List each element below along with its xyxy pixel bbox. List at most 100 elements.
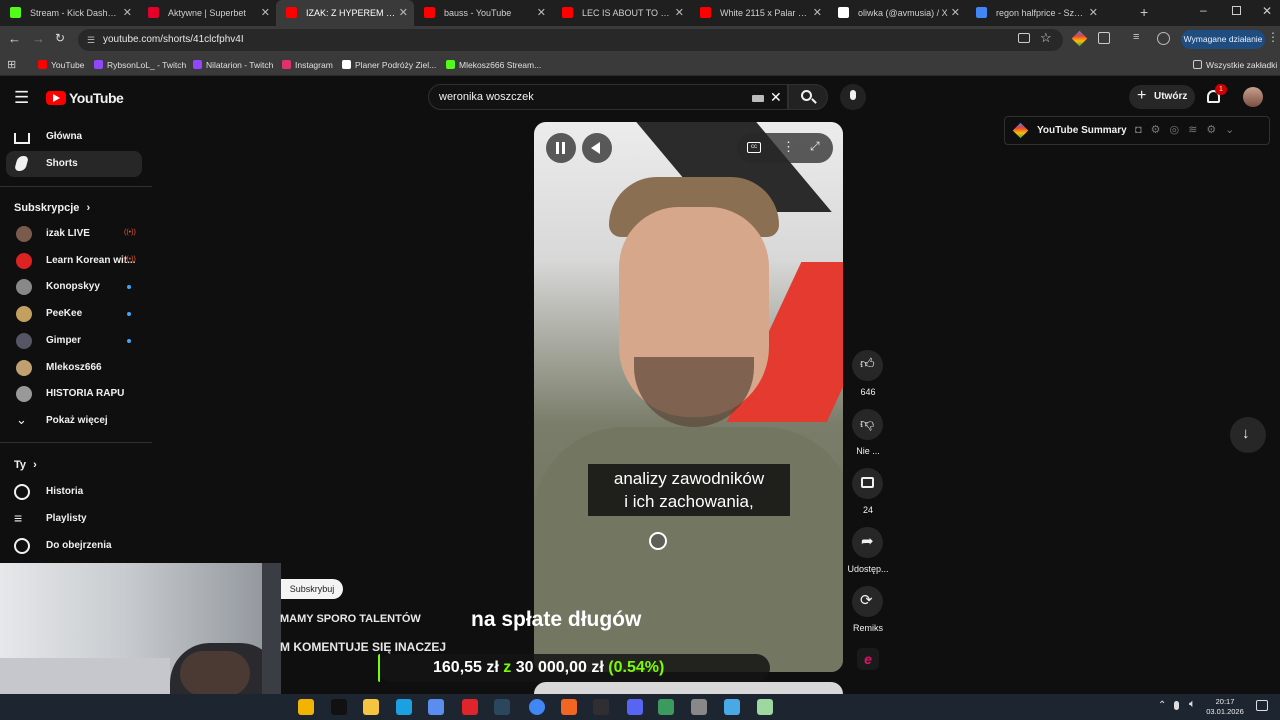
browser-tab[interactable]: White 2115 x Palar x slow✕ [690,0,828,26]
search-input[interactable]: weronika woszczek [439,91,534,103]
bookmark-item[interactable]: Instagram [282,58,333,72]
opera-icon[interactable] [462,699,478,715]
notifications-button[interactable]: 1 [1205,84,1227,106]
browser-tab[interactable]: regon halfprice - Szukaj w✕ [966,0,1104,26]
nav-item-watch-later[interactable]: Do obejrzenia [6,533,142,559]
tray-chevron-icon[interactable]: ⌃ [1158,700,1166,711]
tab-close-icon[interactable]: ✕ [813,6,822,19]
nav-item-playlists[interactable]: ≡ Playlisty [6,506,142,532]
all-bookmarks-folder[interactable]: Wszystkie zakładki [1193,58,1277,72]
clear-search-icon[interactable]: ✕ [770,89,782,106]
like-button[interactable]: 👍︎ [852,350,883,381]
profile-icon[interactable] [1157,32,1170,45]
browser-tab[interactable]: oliwka (@avmusia) / X ✕ [828,0,966,26]
media-control-icon[interactable]: ≡ [1133,31,1139,43]
show-more-button[interactable]: ⌄ Pokaż więcej [6,408,142,434]
subscription-item[interactable]: Gimper [6,328,142,354]
forward-icon[interactable]: → [32,31,45,46]
account-avatar[interactable] [1243,87,1263,107]
nav-item-history[interactable]: Historia [6,479,142,505]
subscription-item[interactable]: PeeKee [6,301,142,327]
captions-icon[interactable]: cc [747,142,761,153]
share-button[interactable]: ➦ [852,527,883,558]
required-action-button[interactable]: Wymagane działanie [1181,30,1265,49]
close-window-button[interactable]: ✕ [1262,4,1272,18]
subscriptions-heading[interactable]: Subskrypcje › [14,202,90,214]
app-icon[interactable] [658,699,674,715]
search-box[interactable]: weronika woszczek ✕ [428,84,788,110]
browser-tab[interactable]: IZAK: Z HYPEREM KO ✕ [276,0,414,26]
fullscreen-icon[interactable]: ⤢ [810,139,820,154]
browser-tab[interactable]: LEC IS ABOUT TO START✕ [552,0,690,26]
tab-close-icon[interactable]: ✕ [675,6,684,19]
subscription-item[interactable]: HISTORIA RAPU [6,381,142,407]
volume-button[interactable] [582,133,612,163]
comments-button[interactable] [852,468,883,499]
tab-close-icon[interactable]: ✕ [951,6,960,19]
notification-center-icon[interactable] [1256,700,1268,711]
tab-close-icon[interactable]: ✕ [123,6,132,19]
shorts-video-player[interactable]: cc ⋮ ⤢ analizy zawodników i ich zachowan… [534,122,843,672]
site-info-icon[interactable]: ☰ [87,29,95,51]
calculator-icon[interactable] [691,699,707,715]
app-icon[interactable] [757,699,773,715]
search-button[interactable] [788,84,828,110]
tab-close-icon[interactable]: ✕ [261,6,270,19]
create-button[interactable]: + Utwórz [1129,85,1195,109]
tab-close-icon[interactable]: ✕ [399,6,408,19]
channel-avatar-icon[interactable]: e [857,648,879,670]
next-short-button[interactable]: ↓ [1230,417,1266,453]
browser-tab[interactable]: Aktywne | Superbet ✕ [138,0,276,26]
voice-search-button[interactable] [840,84,866,110]
bookmark-item[interactable]: Nilatarion - Twitch [193,58,273,72]
browser-tab[interactable]: bauss - YouTube ✕ [414,0,552,26]
bookmark-star-icon[interactable]: ☆ [1040,30,1052,46]
file-explorer-icon[interactable] [363,699,379,715]
remix-button[interactable]: ⟳ [852,586,883,617]
bookmark-item[interactable]: Planer Podróży Ziel... [342,58,436,72]
url-field[interactable]: ☰ youtube.com/shorts/41clcfphv4I [78,29,1063,51]
nav-item-shorts[interactable]: Shorts [6,151,142,177]
browser-menu-icon[interactable]: ⋮ [1267,30,1279,44]
dislike-button[interactable]: 👎︎ [852,409,883,440]
minimize-button[interactable]: – [1200,3,1207,17]
bookmark-item[interactable]: YouTube [38,58,84,72]
tiktok-icon[interactable] [331,699,347,715]
obs-icon[interactable] [593,699,609,715]
app-icon[interactable] [561,699,577,715]
subscription-item[interactable]: izak LIVE ((•)) [6,221,142,247]
maximize-button[interactable] [1232,6,1241,15]
back-icon[interactable]: ← [8,31,21,46]
nav-item-home[interactable]: Główna [6,124,142,150]
tab-close-icon[interactable]: ✕ [537,6,546,19]
more-options-icon[interactable]: ⋮ [782,139,795,155]
guide-menu-icon[interactable]: ☰ [14,88,29,108]
chrome-icon[interactable] [529,699,545,715]
bookmark-item[interactable]: Mlekosz666 Stream... [446,58,541,72]
edge-icon[interactable] [396,699,412,715]
extensions-icon[interactable] [1098,32,1110,44]
you-heading[interactable]: Ty › [14,459,37,471]
app-icon[interactable] [724,699,740,715]
subscription-item[interactable]: Mlekosz666 [6,355,142,381]
subscription-item[interactable]: Konopskyy [6,274,142,300]
microphone-tray-icon[interactable] [1174,701,1179,710]
install-app-icon[interactable] [1018,33,1030,43]
new-tab-button[interactable]: + [1140,4,1148,20]
next-video-preview[interactable] [534,682,843,694]
steam-icon[interactable] [494,699,510,715]
gemini-icon[interactable] [1071,30,1088,47]
discord-icon[interactable] [627,699,643,715]
pause-button[interactable] [546,133,576,163]
reload-icon[interactable]: ↻ [55,31,65,45]
summary-tool-icons[interactable]: ◘⚙◎≋⚙⌄ [1135,123,1243,136]
app-icon[interactable] [428,699,444,715]
browser-tab[interactable]: Stream - Kick Dashboard✕ [0,0,138,26]
apps-grid-icon[interactable]: ⊞ [7,58,16,71]
store-icon[interactable] [298,699,314,715]
bookmark-item[interactable]: RybsonLoL_ - Twitch [94,58,186,72]
subscription-item[interactable]: Learn Korean wit... ((•)) [6,248,142,274]
tab-close-icon[interactable]: ✕ [1089,6,1098,19]
keyboard-icon[interactable] [752,95,764,102]
system-clock[interactable]: 20:17 03.01.2026 [1205,697,1245,717]
